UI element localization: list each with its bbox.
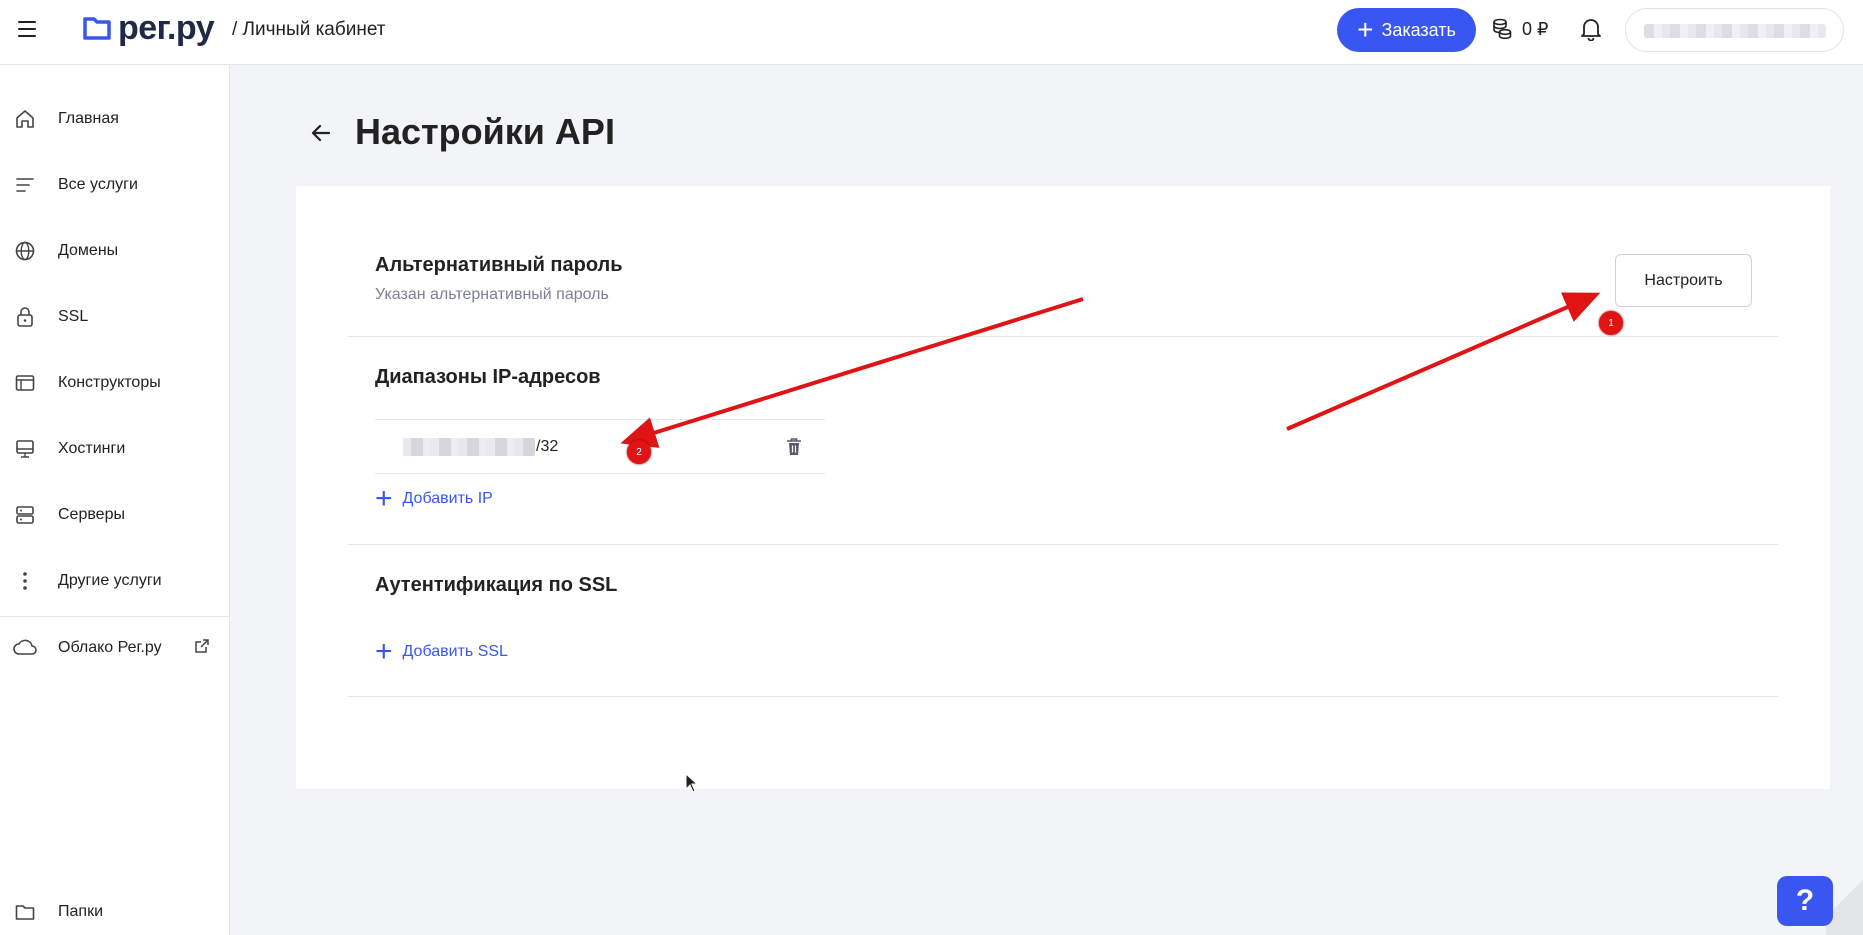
annotation-badge-1: 1 bbox=[1599, 311, 1623, 335]
ip-address-blurred bbox=[403, 438, 535, 456]
sidebar-item-domains[interactable]: Домены bbox=[0, 229, 230, 273]
folder-icon bbox=[13, 900, 37, 924]
mouse-cursor-icon bbox=[685, 773, 699, 793]
server-icon bbox=[13, 503, 37, 527]
sidebar-item-folders[interactable]: Папки bbox=[0, 896, 230, 928]
brand-logo[interactable]: рег.ру bbox=[82, 9, 215, 47]
home-icon bbox=[13, 107, 37, 131]
order-button[interactable]: + Заказать bbox=[1337, 8, 1476, 52]
back-arrow-icon[interactable] bbox=[308, 120, 334, 151]
sidebar: Главная Все услуги Домены SSL Конструкто… bbox=[0, 65, 230, 935]
ip-mask: /32 bbox=[536, 438, 559, 455]
sidebar-item-all-services[interactable]: Все услуги bbox=[0, 163, 230, 207]
balance-value: 0 ₽ bbox=[1522, 18, 1549, 39]
help-button[interactable]: ? bbox=[1777, 876, 1833, 926]
user-account-button[interactable] bbox=[1625, 8, 1844, 52]
logo-folder-icon bbox=[83, 17, 111, 40]
ip-ranges-title: Диапазоны IP-адресов bbox=[375, 366, 601, 388]
sidebar-item-label: Облако Рег.ру bbox=[58, 639, 162, 656]
sidebar-divider bbox=[0, 616, 230, 617]
more-vertical-icon bbox=[13, 569, 37, 593]
sidebar-item-cloud[interactable]: Облако Рег.ру bbox=[0, 626, 230, 670]
breadcrumb[interactable]: / Личный кабинет bbox=[232, 19, 386, 41]
add-ip-label: Добавить IP bbox=[402, 490, 493, 507]
sidebar-item-label: Хостинги bbox=[58, 440, 126, 457]
browser-icon bbox=[13, 371, 37, 395]
sidebar-item-label: Другие услуги bbox=[58, 572, 162, 589]
brand-name: рег.ру bbox=[118, 9, 215, 47]
sidebar-item-builders[interactable]: Конструкторы bbox=[0, 361, 230, 405]
page-title: Настройки API bbox=[355, 111, 615, 152]
sidebar-item-hosting[interactable]: Хостинги bbox=[0, 427, 230, 471]
ip-range-row: /32 bbox=[375, 419, 825, 474]
external-link-icon bbox=[194, 638, 210, 659]
sidebar-item-label: Серверы bbox=[58, 506, 125, 523]
ssl-auth-title: Аутентификация по SSL bbox=[375, 574, 618, 596]
configure-button[interactable]: Настроить bbox=[1615, 254, 1752, 307]
alt-password-title: Альтернативный пароль bbox=[375, 254, 623, 276]
user-name-blurred bbox=[1644, 24, 1826, 38]
annotation-badge-2: 2 bbox=[627, 440, 651, 464]
sidebar-item-home[interactable]: Главная bbox=[0, 97, 230, 141]
sidebar-item-label: Домены bbox=[58, 242, 119, 259]
section-divider bbox=[348, 696, 1778, 697]
api-settings-card: Альтернативный пароль Указан альтернатив… bbox=[296, 186, 1830, 789]
coins-icon bbox=[1493, 18, 1512, 40]
sidebar-item-ssl[interactable]: SSL bbox=[0, 295, 230, 339]
balance[interactable]: 0 ₽ bbox=[1492, 18, 1548, 40]
sidebar-item-other-services[interactable]: Другие услуги bbox=[0, 559, 230, 603]
section-divider bbox=[348, 336, 1778, 337]
plus-icon: + bbox=[375, 482, 393, 515]
top-header: рег.ру / Личный кабинет + Заказать 0 ₽ bbox=[0, 0, 1863, 65]
globe-icon bbox=[13, 239, 37, 263]
add-ssl-link[interactable]: + Добавить SSL bbox=[375, 635, 508, 668]
sidebar-item-servers[interactable]: Серверы bbox=[0, 493, 230, 537]
trash-icon[interactable] bbox=[786, 437, 802, 462]
add-ssl-label: Добавить SSL bbox=[402, 643, 508, 660]
lock-icon bbox=[13, 305, 37, 329]
sidebar-item-label: Папки bbox=[58, 903, 103, 920]
menu-burger-icon[interactable] bbox=[18, 21, 36, 39]
plus-icon: + bbox=[1357, 14, 1374, 45]
notifications-bell-icon[interactable] bbox=[1580, 17, 1602, 46]
add-ip-link[interactable]: + Добавить IP bbox=[375, 482, 493, 515]
plus-icon: + bbox=[375, 635, 393, 668]
list-icon bbox=[13, 173, 37, 197]
sidebar-item-label: Конструкторы bbox=[58, 374, 161, 391]
sidebar-item-label: SSL bbox=[58, 308, 89, 325]
alt-password-subtitle: Указан альтернативный пароль bbox=[375, 286, 609, 303]
sidebar-item-label: Главная bbox=[58, 110, 119, 127]
cloud-icon bbox=[13, 636, 37, 660]
monitor-icon bbox=[13, 437, 37, 461]
sidebar-item-label: Все услуги bbox=[58, 176, 138, 193]
order-button-label: Заказать bbox=[1381, 19, 1456, 40]
section-divider bbox=[348, 544, 1778, 545]
